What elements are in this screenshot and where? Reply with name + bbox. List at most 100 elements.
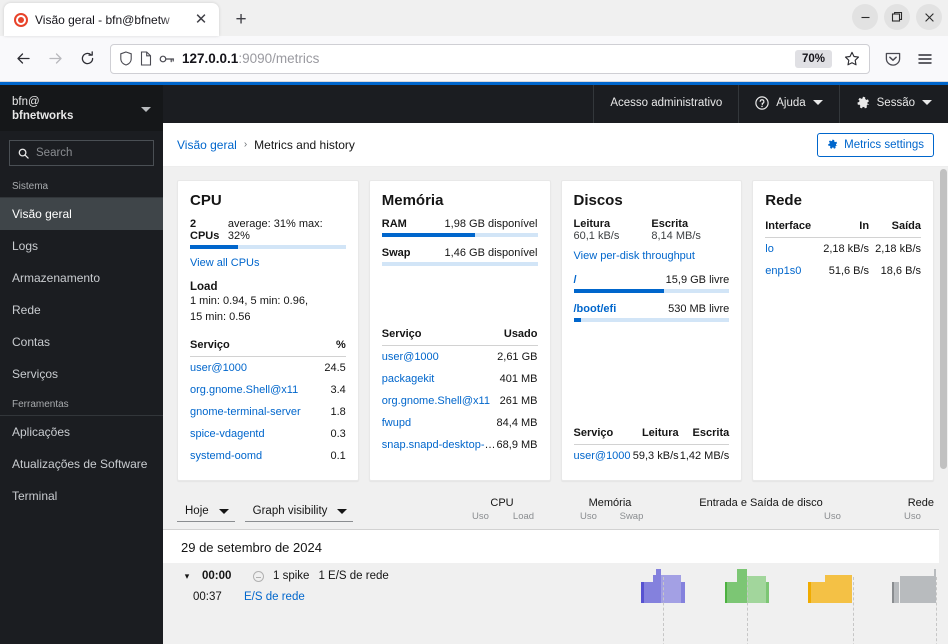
view-all-cpus-link[interactable]: View all CPUs	[190, 257, 346, 269]
new-tab-button[interactable]: +	[229, 7, 253, 31]
help-icon	[755, 95, 769, 110]
url-host: 127.0.0.1	[182, 51, 239, 66]
gear-icon	[857, 96, 869, 108]
close-tab-icon[interactable]: ✕	[189, 8, 213, 32]
mount-row-root: / 15,9 GB livre	[573, 274, 730, 293]
colsub-cpu-uso: Uso	[472, 511, 489, 522]
net-col-interface: Interface	[765, 218, 818, 238]
sidebar-item-atualizacoes[interactable]: Atualizações de Software	[0, 448, 163, 480]
gear-icon	[828, 139, 838, 149]
mem-service-name[interactable]: fwupd	[382, 417, 411, 429]
metrics-event-row[interactable]: 00:37 E/S de rede	[163, 582, 948, 603]
metrics-hour-row[interactable]: ▾ 00:00 1 spike 1 E/S de rede	[163, 563, 948, 582]
net-col-out: Saída	[869, 218, 921, 238]
load-title: Load	[190, 281, 218, 293]
disk-service-name[interactable]: user@1000	[574, 450, 631, 462]
table-row: packagekit 401 MB	[382, 368, 538, 390]
load-line-2: 15 min: 0.56	[190, 311, 251, 323]
zoom-level-indicator[interactable]: 70%	[794, 49, 832, 68]
chevron-down-icon	[922, 100, 932, 105]
key-icon[interactable]	[159, 53, 175, 65]
cpu-service-value: 1.8	[330, 406, 346, 418]
back-icon[interactable]	[8, 44, 38, 74]
sidebar-item-logs[interactable]: Logs	[0, 230, 163, 262]
save-to-pocket-icon[interactable]	[878, 44, 908, 74]
table-row: spice-vdagentd 0.3	[190, 423, 346, 445]
app-menu-icon[interactable]	[910, 44, 940, 74]
admin-access-button[interactable]: Acesso administrativo	[593, 82, 738, 123]
session-menu[interactable]: Sessão	[838, 82, 948, 123]
close-window-icon[interactable]	[916, 4, 942, 30]
mount-name-root[interactable]: /	[574, 274, 577, 286]
host-switcher[interactable]: bfn@ bfnetworks	[0, 82, 163, 131]
net-interface-name[interactable]: enp1s0	[765, 265, 801, 277]
cpu-service-name[interactable]: org.gnome.Shell@x11	[190, 384, 298, 396]
table-row: enp1s0 51,6 B/s 18,6 B/s	[765, 260, 921, 282]
mem-service-name[interactable]: packagekit	[382, 373, 435, 385]
network-interface-table: Interface In Saída lo 2,18 kB/s 2,18 kB/…	[765, 218, 921, 282]
cpu-card-title: CPU	[190, 192, 222, 209]
ram-row: RAM 1,98 GB disponível	[382, 218, 538, 230]
cpu-service-name[interactable]: spice-vdagentd	[190, 428, 265, 440]
breadcrumb-current: Metrics and history	[254, 137, 355, 152]
shield-icon[interactable]	[119, 51, 133, 66]
table-row: user@1000 59,3 kB/s 1,42 MB/s	[574, 445, 730, 468]
table-header-row: Serviço Leitura Escrita	[573, 425, 730, 445]
maximize-icon[interactable]	[884, 4, 910, 30]
cpu-service-value: 0.3	[330, 428, 346, 440]
view-per-disk-link[interactable]: View per-disk throughput	[574, 250, 730, 262]
sidebar: bfn@ bfnetworks Search Sistema Visão ger…	[0, 82, 163, 644]
host-user: bfn@	[12, 96, 40, 108]
period-select[interactable]: Hoje	[177, 501, 235, 522]
cpu-service-value: 24.5	[324, 362, 346, 374]
sidebar-item-armazenamento[interactable]: Armazenamento	[0, 262, 163, 294]
chevron-down-icon	[812, 100, 823, 105]
sidebar-item-visao-geral[interactable]: Visão geral	[0, 198, 163, 230]
address-bar[interactable]: 127.0.0.1:9090/metrics 70%	[110, 43, 870, 74]
network-card: Rede Interface In Saída lo 2,18 kB/s 2,1…	[752, 180, 934, 481]
chevron-down-icon[interactable]: ▾	[181, 571, 193, 581]
mem-service-name[interactable]: user@1000	[382, 351, 439, 363]
cpu-service-value: 0.1	[330, 450, 346, 462]
sidebar-item-aplicacoes[interactable]: Aplicações	[0, 416, 163, 448]
net-interface-name[interactable]: lo	[765, 243, 774, 255]
browser-tab[interactable]: Visão geral - bfn@bfnetw ✕	[4, 3, 219, 36]
search-placeholder: Search	[36, 147, 73, 159]
net-out-value: 18,6 B/s	[880, 265, 921, 277]
table-row: user@1000 2,61 GB	[382, 346, 538, 369]
cpu-card: CPU 2 CPUs average: 31% max: 32% View al…	[177, 180, 359, 481]
mem-col-service: Serviço	[381, 326, 496, 346]
mem-service-name[interactable]: org.gnome.Shell@x11	[382, 395, 490, 407]
overview-cards: CPU 2 CPUs average: 31% max: 32% View al…	[163, 167, 948, 491]
mem-service-name[interactable]: snap.snapd-desktop-i...	[382, 439, 496, 451]
app-header: Acesso administrativo Ajuda Sessão	[163, 82, 948, 123]
main-content: Acesso administrativo Ajuda Sessão Visão…	[163, 82, 948, 644]
event-label[interactable]: E/S de rede	[244, 591, 305, 603]
net-out-value: 2,18 kB/s	[875, 243, 921, 255]
sidebar-item-terminal[interactable]: Terminal	[0, 480, 163, 512]
table-row: systemd-oomd 0.1	[190, 445, 346, 467]
graph-visibility-select[interactable]: Graph visibility	[244, 501, 354, 522]
cockpit-app: bfn@ bfnetworks Search Sistema Visão ger…	[0, 82, 948, 644]
reload-icon[interactable]	[72, 44, 102, 74]
sidebar-item-rede[interactable]: Rede	[0, 294, 163, 326]
breadcrumb-bar: Visão geral › Metrics and history Metric…	[163, 123, 948, 167]
page-info-icon[interactable]	[140, 51, 152, 66]
mount-name-boot[interactable]: /boot/efi	[574, 303, 617, 315]
metrics-toolbar: Hoje Graph visibility CPU Uso Load Memór…	[163, 491, 948, 530]
cpu-summary-row: 2 CPUs average: 31% max: 32%	[190, 218, 346, 242]
search-input[interactable]: Search	[9, 140, 154, 166]
breadcrumb-root[interactable]: Visão geral	[177, 138, 237, 152]
help-menu[interactable]: Ajuda	[738, 82, 838, 123]
graph-column-headers: CPU Uso Load Memória Uso Swap Entrada e …	[363, 497, 934, 522]
scrollbar-thumb[interactable]	[940, 169, 947, 469]
metrics-settings-button[interactable]: Metrics settings	[817, 132, 934, 157]
bookmark-star-icon[interactable]	[839, 46, 865, 72]
browser-window: Visão geral - bfn@bfnetw ✕ + 127.0.0.1:9…	[0, 0, 948, 644]
sidebar-item-servicos[interactable]: Serviços	[0, 358, 163, 390]
cpu-service-name[interactable]: systemd-oomd	[190, 450, 262, 462]
sidebar-item-contas[interactable]: Contas	[0, 326, 163, 358]
minimize-icon[interactable]	[852, 4, 878, 30]
cpu-service-name[interactable]: gnome-terminal-server	[190, 406, 301, 418]
cpu-service-name[interactable]: user@1000	[190, 362, 247, 374]
